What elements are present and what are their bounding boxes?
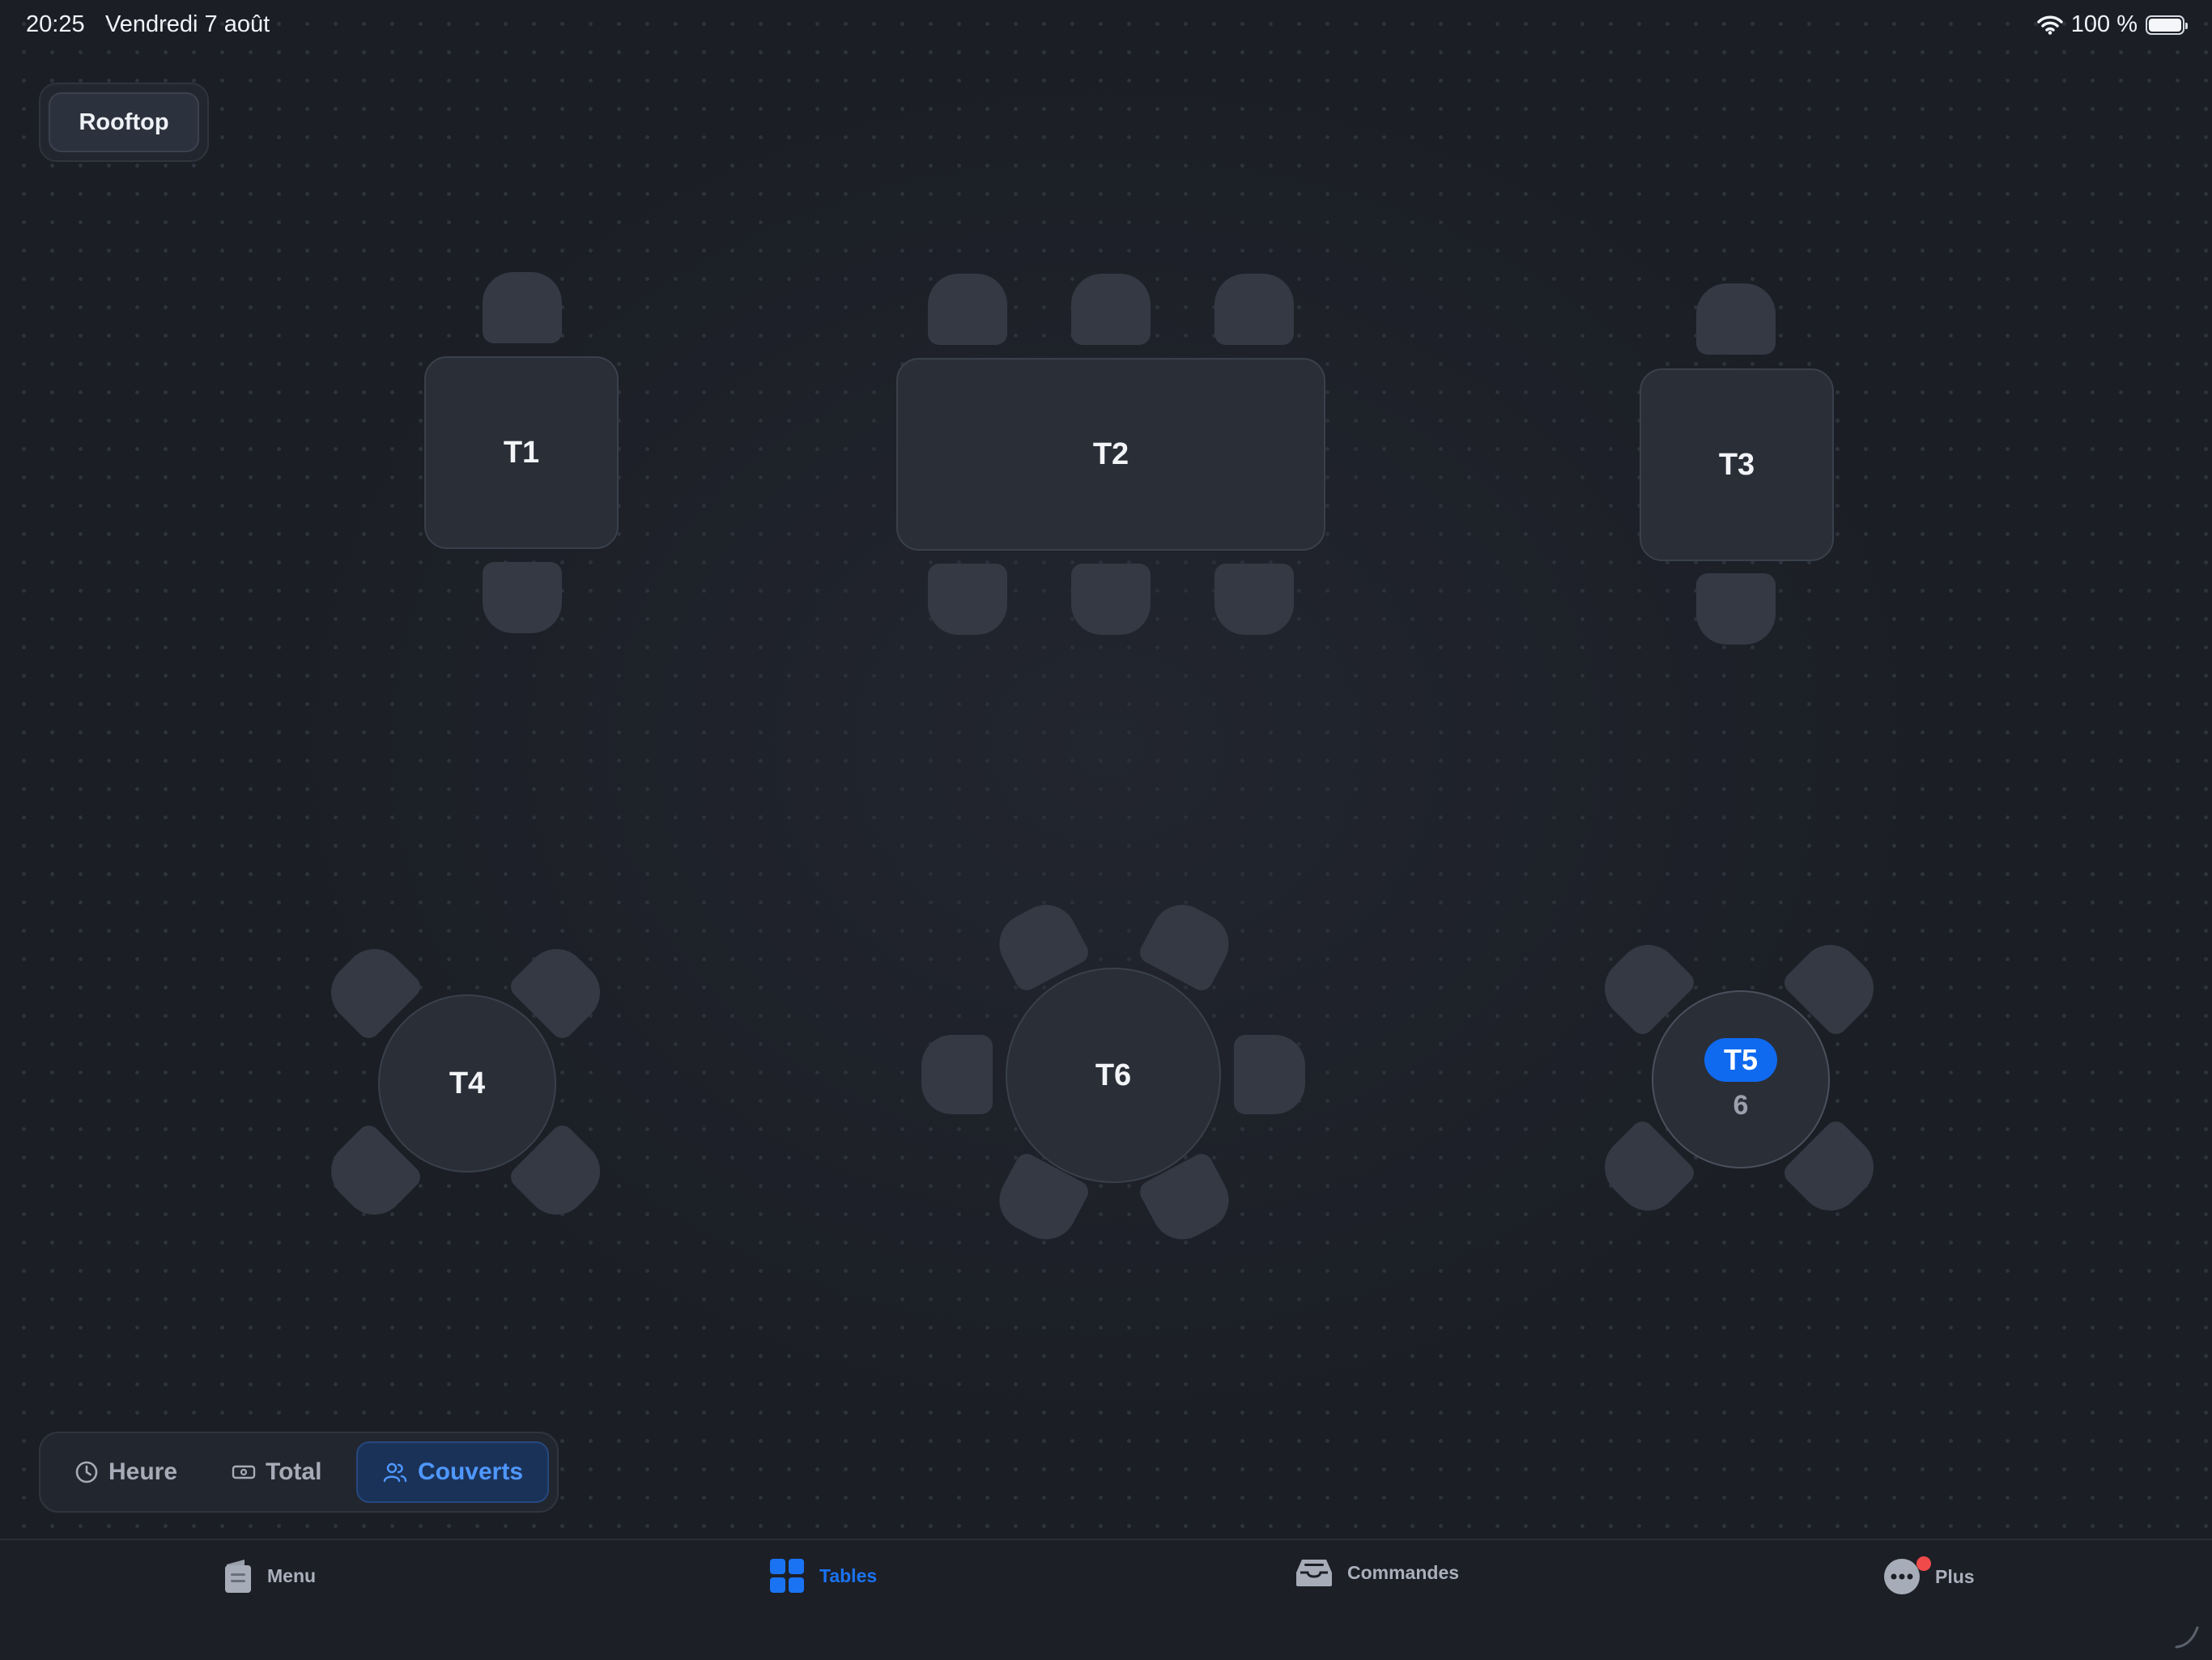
seat xyxy=(1696,283,1776,355)
covers-count: 6 xyxy=(1733,1089,1749,1121)
status-time: 20:25 xyxy=(26,11,85,37)
users-icon xyxy=(383,1462,407,1483)
seat xyxy=(1071,564,1151,635)
mode-label: Total xyxy=(266,1458,322,1485)
tab-label: Tables xyxy=(819,1564,878,1586)
resize-handle-icon xyxy=(2175,1626,2199,1649)
table-label: T6 xyxy=(1095,1058,1132,1092)
table-t5[interactable]: T5 6 xyxy=(1652,990,1830,1168)
menu-book-icon xyxy=(225,1560,251,1593)
mode-total[interactable]: Total xyxy=(232,1441,353,1503)
tab-menu[interactable]: Menu xyxy=(223,1558,316,1594)
seat xyxy=(483,562,562,633)
banknote-icon xyxy=(232,1465,256,1479)
table-t6[interactable]: T6 xyxy=(1006,968,1221,1183)
floor-plan-background xyxy=(0,0,2212,1658)
table-label: T3 xyxy=(1718,447,1755,482)
grid-icon xyxy=(770,1559,804,1593)
table-label: T2 xyxy=(1092,436,1129,471)
seat xyxy=(483,272,562,343)
area-button-rooftop[interactable]: Rooftop xyxy=(49,92,199,152)
battery-icon xyxy=(2146,15,2188,35)
tab-label: Commandes xyxy=(1347,1561,1460,1583)
tab-commandes[interactable]: Commandes xyxy=(1295,1558,1459,1587)
seat xyxy=(1214,564,1294,635)
status-date: Vendredi 7 août xyxy=(105,11,270,37)
area-selector: Rooftop xyxy=(39,83,209,162)
seat xyxy=(921,1035,993,1114)
wifi-icon xyxy=(2037,15,2063,35)
seat xyxy=(1071,274,1151,345)
more-dots-icon xyxy=(1884,1559,1920,1594)
tab-tables[interactable]: Tables xyxy=(769,1558,877,1594)
table-t1[interactable]: T1 xyxy=(424,356,619,549)
mode-label: Heure xyxy=(108,1458,178,1485)
tab-label: Plus xyxy=(1935,1565,1975,1587)
display-mode-control: Heure Total Couverts xyxy=(39,1432,559,1513)
tab-bar xyxy=(0,1539,2212,1660)
mode-couverts[interactable]: Couverts xyxy=(356,1441,549,1503)
seat xyxy=(928,564,1007,635)
status-indicators: 100 % xyxy=(2037,11,2188,38)
table-label-selected: T5 xyxy=(1704,1037,1777,1082)
seat xyxy=(1234,1035,1305,1114)
mode-label: Couverts xyxy=(417,1458,524,1485)
notification-dot xyxy=(1916,1556,1931,1571)
table-t4[interactable]: T4 xyxy=(378,994,556,1173)
table-label: T4 xyxy=(449,1066,486,1100)
seat xyxy=(928,274,1007,345)
inbox-tray-icon xyxy=(1296,1560,1332,1586)
mode-heure[interactable]: Heure xyxy=(74,1441,204,1503)
battery-percent: 100 % xyxy=(2070,11,2138,37)
seat xyxy=(1696,573,1776,645)
table-label: T1 xyxy=(503,435,540,470)
clock-icon xyxy=(75,1461,98,1483)
tab-label: Menu xyxy=(267,1564,317,1586)
table-t3[interactable]: T3 xyxy=(1640,368,1834,561)
table-t2[interactable]: T2 xyxy=(896,358,1325,551)
seat xyxy=(1214,274,1294,345)
